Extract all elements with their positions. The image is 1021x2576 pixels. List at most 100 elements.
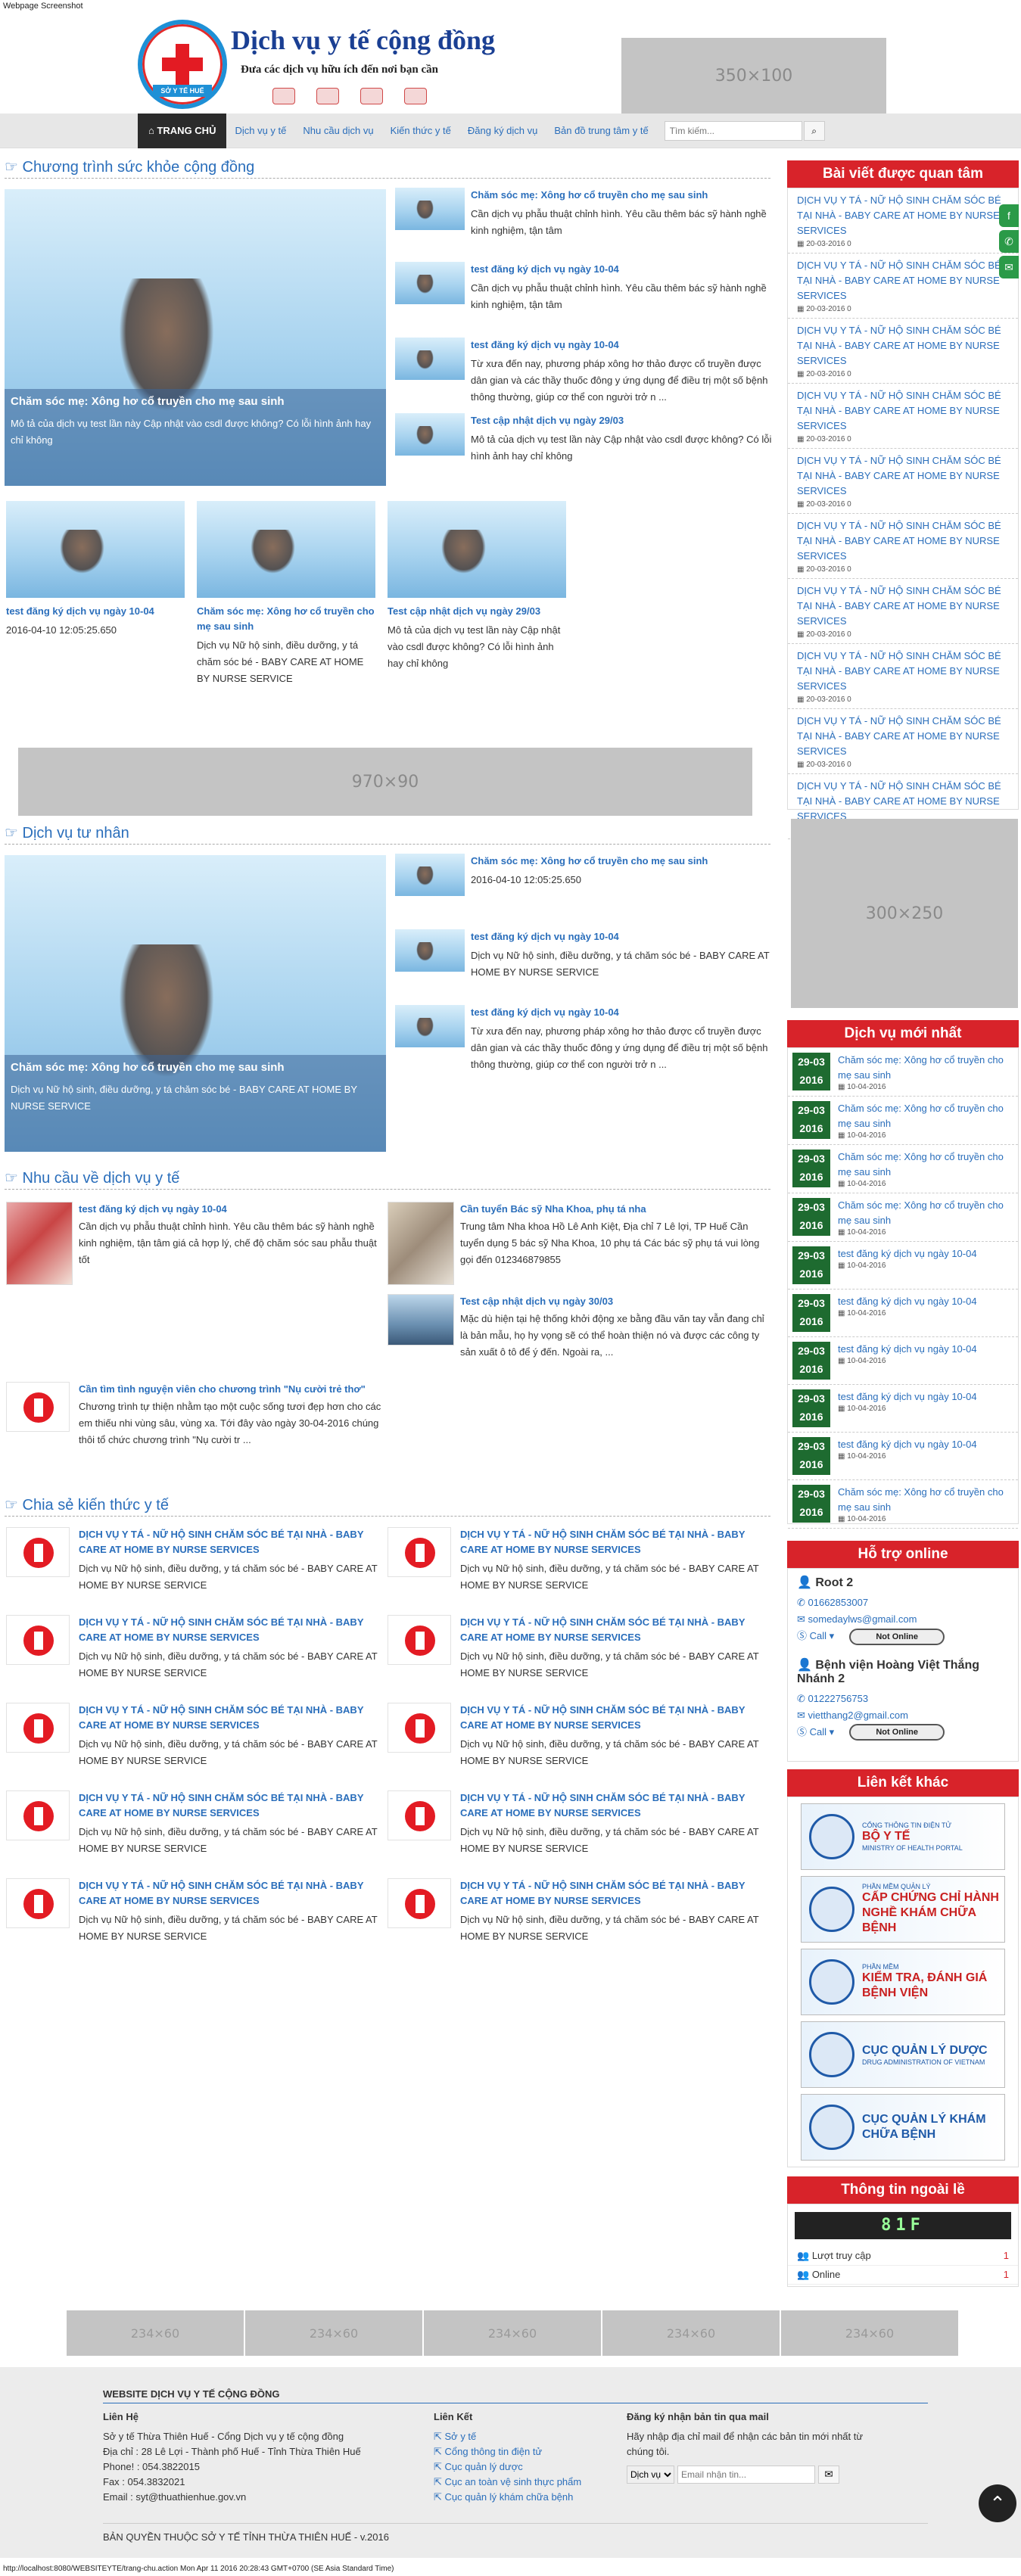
red-cross-icon[interactable] bbox=[6, 1703, 70, 1753]
ad-banner-middle[interactable]: 970×90 bbox=[18, 748, 752, 816]
list-item[interactable]: Chăm sóc mẹ: Xông hơ cổ truyền cho mẹ sa… bbox=[395, 854, 774, 896]
popular-item-title[interactable]: DỊCH VỤ Y TÁ - NỮ HỘ SINH CHĂM SÓC BÉ TẠ… bbox=[797, 649, 1009, 694]
list-item[interactable]: Test cập nhật dịch vụ ngày 30/03 Mặc dù … bbox=[388, 1294, 766, 1361]
popular-item-title[interactable]: DỊCH VỤ Y TÁ - NỮ HỘ SINH CHĂM SÓC BÉ TẠ… bbox=[797, 518, 1009, 564]
call-button[interactable]: Call bbox=[810, 1630, 826, 1641]
red-cross-icon[interactable] bbox=[388, 1790, 451, 1840]
nav-item-ban-do[interactable]: Bản đồ trung tâm y tế bbox=[546, 114, 656, 148]
popular-item[interactable]: DỊCH VỤ Y TÁ - NỮ HỘ SINH CHĂM SÓC BÉ TẠ… bbox=[788, 188, 1018, 254]
card-image[interactable] bbox=[197, 501, 375, 598]
popular-item[interactable]: DỊCH VỤ Y TÁ - NỮ HỘ SINH CHĂM SÓC BÉ TẠ… bbox=[788, 709, 1018, 774]
popular-item[interactable]: DỊCH VỤ Y TÁ - NỮ HỘ SINH CHĂM SÓC BÉ TẠ… bbox=[788, 319, 1018, 384]
list-item[interactable]: test đăng ký dịch vụ ngày 10-04 Cần dịch… bbox=[395, 262, 774, 313]
ad-banner-small[interactable]: 234×60 bbox=[245, 2310, 422, 2356]
article-thumbnail[interactable] bbox=[395, 262, 465, 304]
popular-item-title[interactable]: DỊCH VỤ Y TÁ - NỮ HỘ SINH CHĂM SÓC BÉ TẠ… bbox=[797, 258, 1009, 303]
search-button[interactable]: ⌕ bbox=[803, 121, 825, 141]
external-link-banner[interactable]: CỤC QUẢN LÝ KHÁM CHỮA BỆNH bbox=[801, 2094, 1005, 2161]
list-item[interactable]: test đăng ký dịch vụ ngày 10-04 Dịch vụ … bbox=[395, 929, 774, 981]
nav-item-dich-vu-y-te[interactable]: Dịch vụ y tế bbox=[226, 114, 294, 148]
knowledge-title[interactable]: DỊCH VỤ Y TÁ - NỮ HỘ SINH CHĂM SÓC BÉ TẠ… bbox=[460, 1527, 766, 1557]
need-title[interactable]: Cần tìm tình nguyện viên cho chương trìn… bbox=[79, 1382, 384, 1397]
new-service-title[interactable]: test đăng ký dịch vụ ngày 10-04 bbox=[838, 1342, 977, 1357]
article-thumbnail[interactable] bbox=[395, 1005, 465, 1047]
footer-link[interactable]: ⇱ Sở y tế bbox=[434, 2429, 623, 2444]
new-service-item[interactable]: 29-03 2016 Chăm sóc mẹ: Xông hơ cổ truyền … bbox=[788, 1193, 1018, 1242]
new-service-title[interactable]: test đăng ký dịch vụ ngày 10-04 bbox=[838, 1437, 977, 1452]
article-title[interactable]: test đăng ký dịch vụ ngày 10-04 bbox=[471, 929, 774, 944]
feature-article[interactable]: Chăm sóc mẹ: Xông hơ cổ truyền cho mẹ sa… bbox=[5, 189, 386, 486]
red-cross-icon[interactable] bbox=[388, 1527, 451, 1577]
search-input[interactable] bbox=[664, 121, 802, 141]
new-service-title[interactable]: test đăng ký dịch vụ ngày 10-04 bbox=[838, 1246, 977, 1262]
support-phone[interactable]: 01222756753 bbox=[808, 1693, 869, 1704]
subscribe-email-input[interactable] bbox=[677, 2466, 815, 2484]
list-item[interactable]: Cần tuyển Bác sỹ Nha Khoa, phụ tá nha Tr… bbox=[388, 1202, 766, 1285]
popular-item[interactable]: DỊCH VỤ Y TÁ - NỮ HỘ SINH CHĂM SÓC BÉ TẠ… bbox=[788, 384, 1018, 449]
ad-banner-small[interactable]: 234×60 bbox=[781, 2310, 958, 2356]
red-cross-icon[interactable] bbox=[388, 1878, 451, 1928]
feature-title[interactable]: Chăm sóc mẹ: Xông hơ cổ truyền cho mẹ sa… bbox=[11, 395, 380, 408]
article-thumbnail[interactable] bbox=[395, 929, 465, 972]
popular-item[interactable]: DỊCH VỤ Y TÁ - NỮ HỘ SINH CHĂM SÓC BÉ TẠ… bbox=[788, 644, 1018, 709]
need-image[interactable] bbox=[6, 1202, 73, 1285]
new-service-item[interactable]: 29-03 2016 Chăm sóc mẹ: Xông hơ cổ truyền … bbox=[788, 1048, 1018, 1097]
new-service-title[interactable]: Chăm sóc mẹ: Xông hơ cổ truyền cho mẹ sa… bbox=[838, 1198, 1013, 1228]
footer-link[interactable]: ⇱ Cục an toàn vệ sinh thực phẩm bbox=[434, 2475, 623, 2490]
facebook-icon[interactable]: f bbox=[999, 204, 1019, 227]
site-logo[interactable]: SỞ Y TẾ HUẾ bbox=[138, 20, 227, 109]
new-service-item[interactable]: 29-03 2016 Chăm sóc mẹ: Xông hơ cổ truyền … bbox=[788, 1480, 1018, 1529]
article-title[interactable]: test đăng ký dịch vụ ngày 10-04 bbox=[471, 338, 774, 353]
footer-link[interactable]: ⇱ Cục quản lý khám chữa bệnh bbox=[434, 2490, 623, 2505]
popular-item-title[interactable]: DỊCH VỤ Y TÁ - NỮ HỘ SINH CHĂM SÓC BÉ TẠ… bbox=[797, 779, 1009, 824]
list-item[interactable]: DỊCH VỤ Y TÁ - NỮ HỘ SINH CHĂM SÓC BÉ TẠ… bbox=[388, 1615, 766, 1682]
article-thumbnail[interactable] bbox=[395, 188, 465, 230]
list-item[interactable]: test đăng ký dịch vụ ngày 10-04 Từ xưa đ… bbox=[395, 338, 774, 406]
list-item[interactable]: Cần tìm tình nguyện viên cho chương trìn… bbox=[6, 1382, 384, 1448]
list-item[interactable]: test đăng ký dịch vụ ngày 10-04 Cần dịch… bbox=[6, 1202, 384, 1285]
popular-item-title[interactable]: DỊCH VỤ Y TÁ - NỮ HỘ SINH CHĂM SÓC BÉ TẠ… bbox=[797, 323, 1009, 369]
card-image[interactable] bbox=[6, 501, 185, 598]
popular-item[interactable]: DỊCH VỤ Y TÁ - NỮ HỘ SINH CHĂM SÓC BÉ TẠ… bbox=[788, 514, 1018, 579]
red-cross-icon[interactable] bbox=[6, 1615, 70, 1665]
article-title[interactable]: Test cập nhật dịch vụ ngày 29/03 bbox=[471, 413, 774, 428]
popular-item-title[interactable]: DỊCH VỤ Y TÁ - NỮ HỘ SINH CHĂM SÓC BÉ TẠ… bbox=[797, 453, 1009, 499]
need-title[interactable]: Test cập nhật dịch vụ ngày 30/03 bbox=[460, 1294, 766, 1309]
subscribe-button[interactable]: ✉ bbox=[818, 2466, 839, 2484]
list-item[interactable]: Chăm sóc mẹ: Xông hơ cổ truyền cho mẹ sa… bbox=[395, 188, 774, 239]
footer-link[interactable]: ⇱ Cục quản lý dược bbox=[434, 2459, 623, 2475]
nav-item-kien-thuc-y-te[interactable]: Kiến thức y tế bbox=[382, 114, 459, 148]
knowledge-title[interactable]: DỊCH VỤ Y TÁ - NỮ HỘ SINH CHĂM SÓC BÉ TẠ… bbox=[460, 1878, 766, 1909]
new-service-item[interactable]: 29-03 2016 test đăng ký dịch vụ ngày 10-04… bbox=[788, 1433, 1018, 1480]
article-thumbnail[interactable] bbox=[395, 854, 465, 896]
list-item[interactable]: DỊCH VỤ Y TÁ - NỮ HỘ SINH CHĂM SÓC BÉ TẠ… bbox=[388, 1527, 766, 1594]
new-service-title[interactable]: Chăm sóc mẹ: Xông hơ cổ truyền cho mẹ sa… bbox=[838, 1101, 1013, 1131]
support-phone[interactable]: 01662853007 bbox=[808, 1597, 869, 1608]
article-card[interactable]: Test cập nhật dịch vụ ngày 29/03 Mô tả c… bbox=[388, 501, 566, 672]
popular-item-title[interactable]: DỊCH VỤ Y TÁ - NỮ HỘ SINH CHĂM SÓC BÉ TẠ… bbox=[797, 388, 1009, 434]
card-title[interactable]: Chăm sóc mẹ: Xông hơ cổ truyền cho mẹ sa… bbox=[197, 604, 375, 634]
knowledge-title[interactable]: DỊCH VỤ Y TÁ - NỮ HỘ SINH CHĂM SÓC BÉ TẠ… bbox=[79, 1615, 384, 1645]
list-item[interactable]: DỊCH VỤ Y TÁ - NỮ HỘ SINH CHĂM SÓC BÉ TẠ… bbox=[388, 1790, 766, 1857]
need-title[interactable]: Cần tuyển Bác sỹ Nha Khoa, phụ tá nha bbox=[460, 1202, 766, 1217]
call-button[interactable]: Call bbox=[810, 1726, 826, 1738]
nav-home[interactable]: ⌂ TRANG CHỦ bbox=[138, 114, 227, 148]
new-service-item[interactable]: 29-03 2016 test đăng ký dịch vụ ngày 10-04… bbox=[788, 1290, 1018, 1337]
ad-banner-small[interactable]: 234×60 bbox=[67, 2310, 244, 2356]
external-link-banner[interactable]: PHẦN MỀM QUẢN LÝ CẤP CHỨNG CHỈ HÀNH NGHỀ … bbox=[801, 1876, 1005, 1943]
list-item[interactable]: DỊCH VỤ Y TÁ - NỮ HỘ SINH CHĂM SÓC BÉ TẠ… bbox=[6, 1615, 384, 1682]
popular-item[interactable]: DỊCH VỤ Y TÁ - NỮ HỘ SINH CHĂM SÓC BÉ TẠ… bbox=[788, 579, 1018, 644]
knowledge-title[interactable]: DỊCH VỤ Y TÁ - NỮ HỘ SINH CHĂM SÓC BÉ TẠ… bbox=[79, 1878, 384, 1909]
new-service-item[interactable]: 29-03 2016 test đăng ký dịch vụ ngày 10-04… bbox=[788, 1385, 1018, 1433]
list-item[interactable]: Test cập nhật dịch vụ ngày 29/03 Mô tả c… bbox=[395, 413, 774, 465]
list-item[interactable]: DỊCH VỤ Y TÁ - NỮ HỘ SINH CHĂM SÓC BÉ TẠ… bbox=[6, 1527, 384, 1594]
phone-icon[interactable]: ✆ bbox=[999, 230, 1019, 253]
popular-item-title[interactable]: DỊCH VỤ Y TÁ - NỮ HỘ SINH CHĂM SÓC BÉ TẠ… bbox=[797, 714, 1009, 759]
nav-item-dang-ky-dich-vu[interactable]: Đăng ký dịch vụ bbox=[459, 114, 546, 148]
ad-banner-small[interactable]: 234×60 bbox=[424, 2310, 601, 2356]
red-cross-icon[interactable] bbox=[6, 1878, 70, 1928]
article-title[interactable]: test đăng ký dịch vụ ngày 10-04 bbox=[471, 1005, 774, 1020]
mail-icon[interactable]: ✉ bbox=[999, 256, 1019, 278]
article-title[interactable]: test đăng ký dịch vụ ngày 10-04 bbox=[471, 262, 774, 277]
new-service-title[interactable]: test đăng ký dịch vụ ngày 10-04 bbox=[838, 1294, 977, 1309]
